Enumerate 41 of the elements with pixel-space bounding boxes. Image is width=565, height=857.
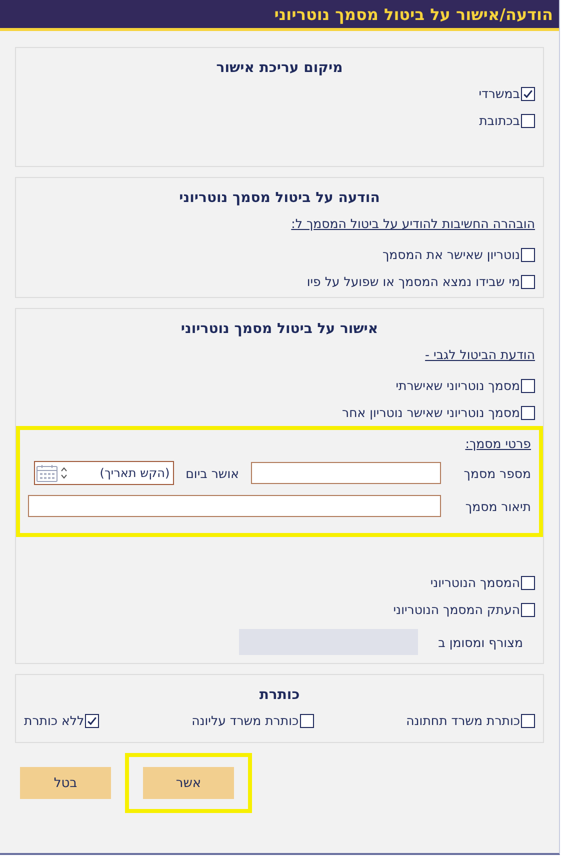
option-label: המסמך הנוטריוני <box>430 575 520 590</box>
option-label: נוטריון שאישר את המסמך <box>382 247 520 262</box>
field-label: מצורף ומסומן ב <box>437 634 523 650</box>
section-heading: מיקום עריכת אישור <box>215 60 344 76</box>
details-heading: פרטי מסמך: <box>465 436 531 451</box>
option-label: בכתובת <box>479 113 520 128</box>
section-heading: כותרת <box>258 687 301 703</box>
checkbox[interactable] <box>521 274 535 288</box>
document-number-field[interactable] <box>251 462 441 484</box>
option-label: ללא כותרת <box>24 713 84 728</box>
dialog-button[interactable]: בטל <box>20 767 111 799</box>
checkbox[interactable] <box>521 714 535 728</box>
option-label: במשרדי <box>478 86 520 101</box>
checkbox[interactable] <box>521 86 535 100</box>
option-label: כותרת משרד עליונה <box>192 713 299 728</box>
checkbox[interactable] <box>85 714 100 728</box>
field-label: מספר מסמך <box>462 466 531 480</box>
checkbox[interactable] <box>521 114 535 128</box>
checkbox[interactable] <box>521 248 535 262</box>
option-label: מסמך נוטריוני שאישרתי <box>396 378 520 393</box>
window-title: הודעה/אישור על ביטול מסמך נוטריוני <box>274 4 553 24</box>
checkbox[interactable] <box>521 576 535 590</box>
section-heading: אישור על ביטול מסמך נוטריוני <box>180 321 380 337</box>
option-label: מסמך נוטריוני שאישר נוטריון אחר <box>342 405 520 420</box>
section-subheading: הובהרה החשיבות להודיע על ביטול המסמך ל: <box>291 216 535 231</box>
date-picker[interactable]: (הקש תאריך) <box>34 461 174 485</box>
document-description-field[interactable] <box>28 495 441 517</box>
spinner-icon[interactable] <box>60 465 68 481</box>
field-label: תיאור מסמך <box>464 498 531 514</box>
checkbox[interactable] <box>521 406 535 420</box>
checkbox[interactable] <box>300 714 314 728</box>
checkbox[interactable] <box>521 602 535 616</box>
date-input[interactable]: (הקש תאריך) <box>70 466 170 480</box>
section-subheading: הודעת הביטול לגבי - <box>425 347 535 362</box>
option-label: העתק המסמך הנוטריוני <box>393 602 520 617</box>
dialog-button[interactable]: אשר <box>143 767 234 799</box>
section-heading: הודעה על ביטול מסמך נוטריוני <box>178 190 381 206</box>
checkbox[interactable] <box>521 378 535 392</box>
option-label: כותרת משרד תחתונה <box>406 713 520 728</box>
field-label: אושר ביום <box>186 466 239 480</box>
option-label: מי שבידו נמצא המסמך או שפועל על פיו <box>306 274 520 289</box>
